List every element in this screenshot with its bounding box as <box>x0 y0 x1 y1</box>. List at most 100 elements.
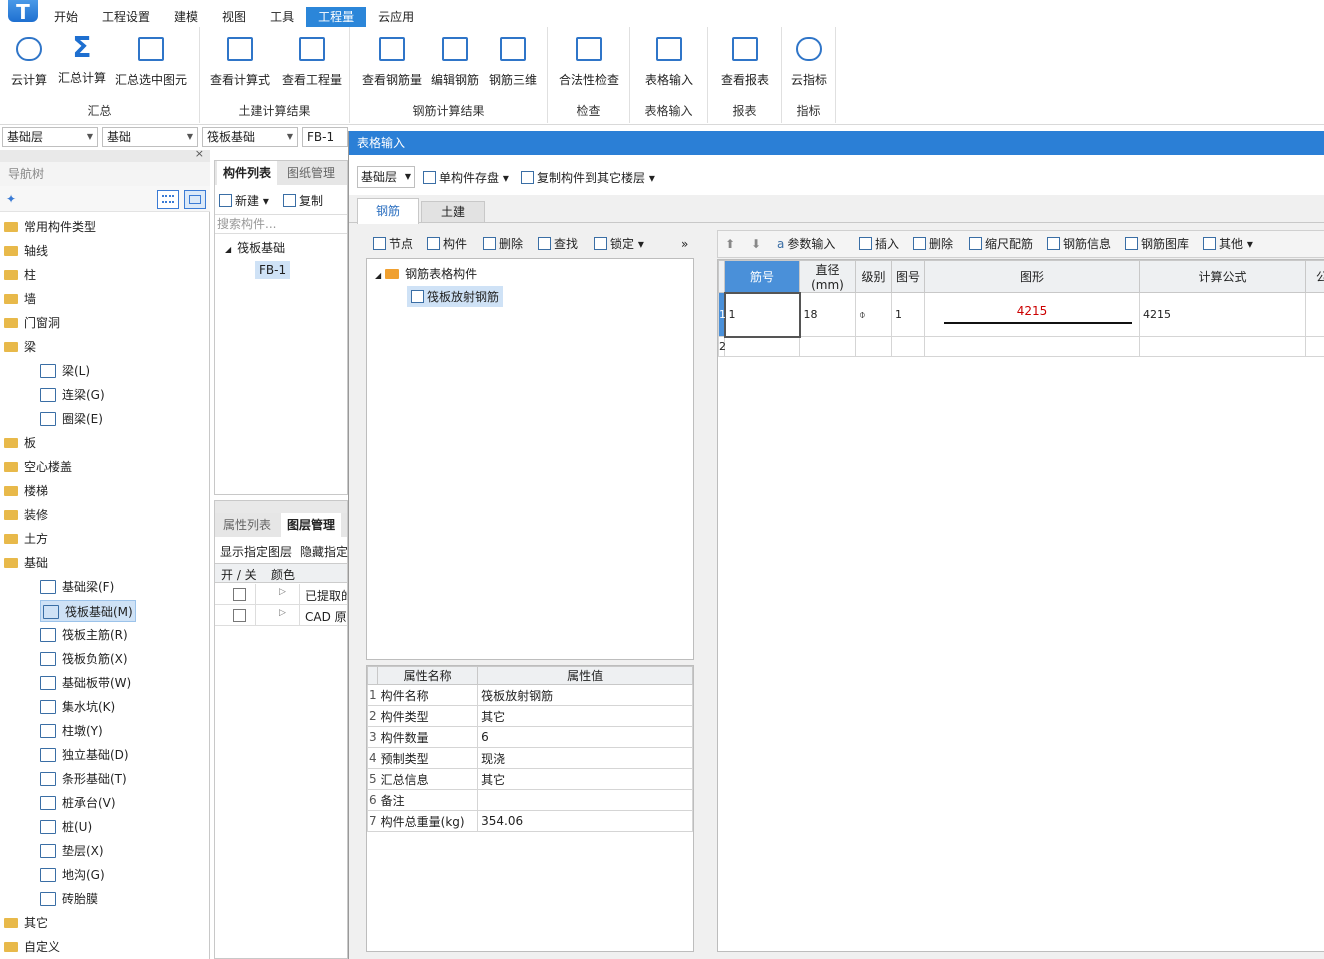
tab-layer-manage[interactable]: 图层管理 <box>281 513 342 537</box>
nav-item-16[interactable]: 筏板基础(M) <box>40 600 136 622</box>
nav-item-19[interactable]: 基础板带(W) <box>40 672 131 694</box>
expand-icon[interactable]: ▷ <box>279 608 286 618</box>
scale-rebar-button[interactable]: 缩尺配筋 <box>969 234 1033 254</box>
find-button[interactable]: 查找 <box>538 234 578 254</box>
grid-cell-shape[interactable]: 4215 <box>924 292 1140 337</box>
ribbon-button-7[interactable]: 钢筋三维 <box>482 33 544 88</box>
tree-item-fb1[interactable]: FB-1 <box>255 261 291 279</box>
ribbon-button-5[interactable]: 查看钢筋量 <box>356 33 428 88</box>
nav-item-22[interactable]: 独立基础(D) <box>40 744 129 766</box>
nav-item-15[interactable]: 基础梁(F) <box>40 576 114 598</box>
new-button[interactable]: 新建 ▾ <box>219 191 269 211</box>
ribbon-button-10[interactable]: 查看报表 <box>712 33 778 88</box>
menu-item-2[interactable]: 建模 <box>162 7 210 27</box>
grid-cell-grade[interactable] <box>855 336 892 357</box>
nav-item-4[interactable]: 门窗洞 <box>4 312 60 334</box>
grid-cell-formula[interactable] <box>1139 336 1306 357</box>
rebar-info-button[interactable]: 钢筋信息 <box>1047 234 1111 254</box>
add-icon[interactable]: ✦ <box>6 192 16 206</box>
menu-item-4[interactable]: 工具 <box>258 7 306 27</box>
nav-item-0[interactable]: 常用构件类型 <box>4 216 96 238</box>
menu-item-6[interactable]: 云应用 <box>366 7 426 27</box>
node-button[interactable]: 节点 <box>373 234 413 254</box>
ribbon-button-1[interactable]: Σ 汇总计算 <box>56 33 108 86</box>
ribbon-button-8[interactable]: 合法性检查 <box>554 33 624 88</box>
nav-item-8[interactable]: 圈梁(E) <box>40 408 103 430</box>
delete-button[interactable]: 删除 <box>483 234 523 254</box>
floor-select[interactable]: 基础层 ▼ <box>357 166 415 188</box>
nav-item-10[interactable]: 空心楼盖 <box>4 456 72 478</box>
grid-cell-extra[interactable] <box>1305 292 1324 337</box>
floor-combo[interactable]: 基础层 ▼ <box>2 127 98 147</box>
menu-item-0[interactable]: 开始 <box>42 7 90 27</box>
other-button[interactable]: 其他 ▾ <box>1203 234 1253 254</box>
move-down-icon[interactable]: ⬇ <box>751 234 761 254</box>
insert-button[interactable]: 插入 <box>859 234 899 254</box>
grid-cell-dia[interactable]: 18 <box>799 292 856 337</box>
grid-cell-fig[interactable]: 1 <box>891 292 925 337</box>
save-component-button[interactable]: 单构件存盘 ▾ <box>423 168 509 188</box>
tree-root-raft[interactable]: ◢ 筏板基础 <box>225 239 285 256</box>
nav-item-28[interactable]: 砖胎膜 <box>40 888 98 910</box>
nav-item-14[interactable]: 基础 <box>4 552 48 574</box>
nav-item-24[interactable]: 桩承台(V) <box>40 792 116 814</box>
nav-item-12[interactable]: 装修 <box>4 504 48 526</box>
nav-item-20[interactable]: 集水坑(K) <box>40 696 115 718</box>
grid-view-icon[interactable] <box>184 190 206 209</box>
type-combo[interactable]: 筏板基础 ▼ <box>202 127 298 147</box>
tree-root-rebar[interactable]: ◢ 钢筋表格构件 <box>375 265 477 282</box>
tab-property-list[interactable]: 属性列表 <box>217 513 278 537</box>
ribbon-button-11[interactable]: 云指标 <box>784 33 834 88</box>
menu-item-1[interactable]: 工程设置 <box>90 7 162 27</box>
grid-cell-grade[interactable]: ⌽ <box>855 292 892 337</box>
name-combo[interactable]: FB-1 <box>302 127 348 147</box>
menu-item-3[interactable]: 视图 <box>210 7 258 27</box>
search-input[interactable]: 搜索构件... <box>215 214 347 234</box>
tab-drawing-manage[interactable]: 图纸管理 <box>281 161 342 185</box>
param-input-button[interactable]: a 参数输入 <box>777 234 835 254</box>
nav-item-26[interactable]: 垫层(X) <box>40 840 104 862</box>
ribbon-button-3[interactable]: 查看计算式 <box>204 33 276 88</box>
grid-cell-shape[interactable] <box>924 336 1140 357</box>
ribbon-button-0[interactable]: 云计算 <box>2 33 56 88</box>
ribbon-button-2[interactable]: 汇总选中图元 <box>108 33 194 88</box>
tab-component-list[interactable]: 构件列表 <box>217 161 278 185</box>
expand-icon[interactable]: ▷ <box>279 587 286 597</box>
component-button[interactable]: 构件 <box>427 234 467 254</box>
lock-button[interactable]: 锁定 ▾ <box>594 234 644 254</box>
tab-civil[interactable]: 土建 <box>421 201 485 223</box>
more-icon[interactable]: » <box>681 234 688 254</box>
prop-value[interactable]: 现浇 <box>477 747 693 769</box>
hide-layer-button[interactable]: 隐藏指定 <box>300 543 348 560</box>
tab-rebar[interactable]: 钢筋 <box>357 198 419 224</box>
nav-item-18[interactable]: 筏板负筋(X) <box>40 648 128 670</box>
app-logo[interactable]: T <box>0 0 42 30</box>
prop-value[interactable]: 354.06 <box>477 810 693 832</box>
nav-item-13[interactable]: 土方 <box>4 528 48 550</box>
nav-item-6[interactable]: 梁(L) <box>40 360 90 382</box>
move-up-icon[interactable]: ⬆ <box>725 234 735 254</box>
ribbon-button-9[interactable]: 表格输入 <box>634 33 704 88</box>
nav-item-2[interactable]: 柱 <box>4 264 36 286</box>
grid-cell-jinhao[interactable] <box>724 336 800 357</box>
nav-item-27[interactable]: 地沟(G) <box>40 864 105 886</box>
layer-checkbox-1[interactable] <box>233 609 246 622</box>
ribbon-button-6[interactable]: 编辑钢筋 <box>428 33 482 88</box>
grid-cell-extra[interactable] <box>1305 336 1324 357</box>
list-view-icon[interactable] <box>157 190 179 209</box>
nav-item-29[interactable]: 其它 <box>4 912 48 934</box>
prop-value[interactable]: 筏板放射钢筋 <box>477 684 693 706</box>
rebar-library-button[interactable]: 钢筋图库 <box>1125 234 1189 254</box>
close-icon[interactable]: × <box>195 147 204 160</box>
nav-item-9[interactable]: 板 <box>4 432 36 454</box>
grid-cell-fig[interactable] <box>891 336 925 357</box>
copy-button[interactable]: 复制 <box>283 191 323 211</box>
nav-item-7[interactable]: 连梁(G) <box>40 384 105 406</box>
nav-item-17[interactable]: 筏板主筋(R) <box>40 624 128 646</box>
show-layer-button[interactable]: 显示指定图层 <box>220 543 292 560</box>
delete-row-button[interactable]: 删除 <box>913 234 953 254</box>
tree-item-raft-radial[interactable]: 筏板放射钢筋 <box>407 286 504 307</box>
nav-item-23[interactable]: 条形基础(T) <box>40 768 127 790</box>
prop-value[interactable]: 其它 <box>477 705 693 727</box>
copy-to-floor-button[interactable]: 复制构件到其它楼层 ▾ <box>521 168 655 188</box>
